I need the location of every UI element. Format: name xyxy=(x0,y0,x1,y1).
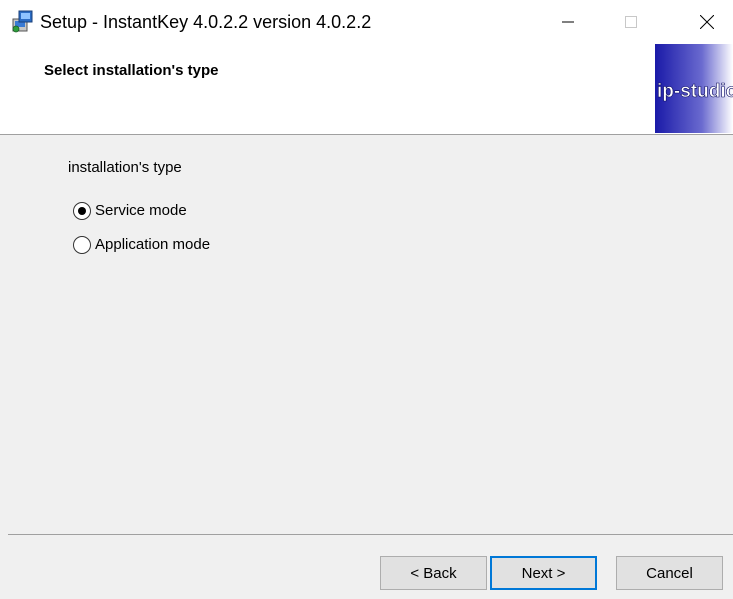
setup-installer-icon xyxy=(12,10,33,33)
cancel-button[interactable]: Cancel xyxy=(616,556,723,590)
wizard-header: Select installation's type ip-studio xyxy=(0,44,733,134)
radio-unselected-icon[interactable] xyxy=(72,235,92,255)
header-divider xyxy=(0,134,733,135)
application-mode-option[interactable]: Application mode xyxy=(72,235,210,255)
window-title: Setup - InstantKey 4.0.2.2 version 4.0.2… xyxy=(40,12,372,32)
minimize-icon xyxy=(562,21,574,23)
back-button[interactable]: < Back xyxy=(380,556,487,590)
maximize-button[interactable] xyxy=(608,0,654,44)
setup-window: Setup - InstantKey 4.0.2.2 version 4.0.2… xyxy=(0,0,733,599)
close-button[interactable] xyxy=(684,0,730,44)
maximize-icon xyxy=(625,16,637,28)
ip-studio-logo: ip-studio xyxy=(655,44,733,133)
footer-divider xyxy=(8,534,733,535)
application-mode-label: Application mode xyxy=(95,236,211,253)
installation-type-label: installation's type xyxy=(68,159,182,176)
close-icon xyxy=(700,15,714,29)
service-mode-label: Service mode xyxy=(95,202,187,219)
logo-text: ip-studio xyxy=(657,81,733,102)
page-title: Select installation's type xyxy=(44,62,219,79)
next-button[interactable]: Next > xyxy=(490,556,597,590)
minimize-button[interactable] xyxy=(545,0,591,44)
radio-selected-icon[interactable] xyxy=(72,201,92,221)
title-bar[interactable]: Setup - InstantKey 4.0.2.2 version 4.0.2… xyxy=(0,0,733,44)
service-mode-option[interactable]: Service mode xyxy=(72,201,187,221)
